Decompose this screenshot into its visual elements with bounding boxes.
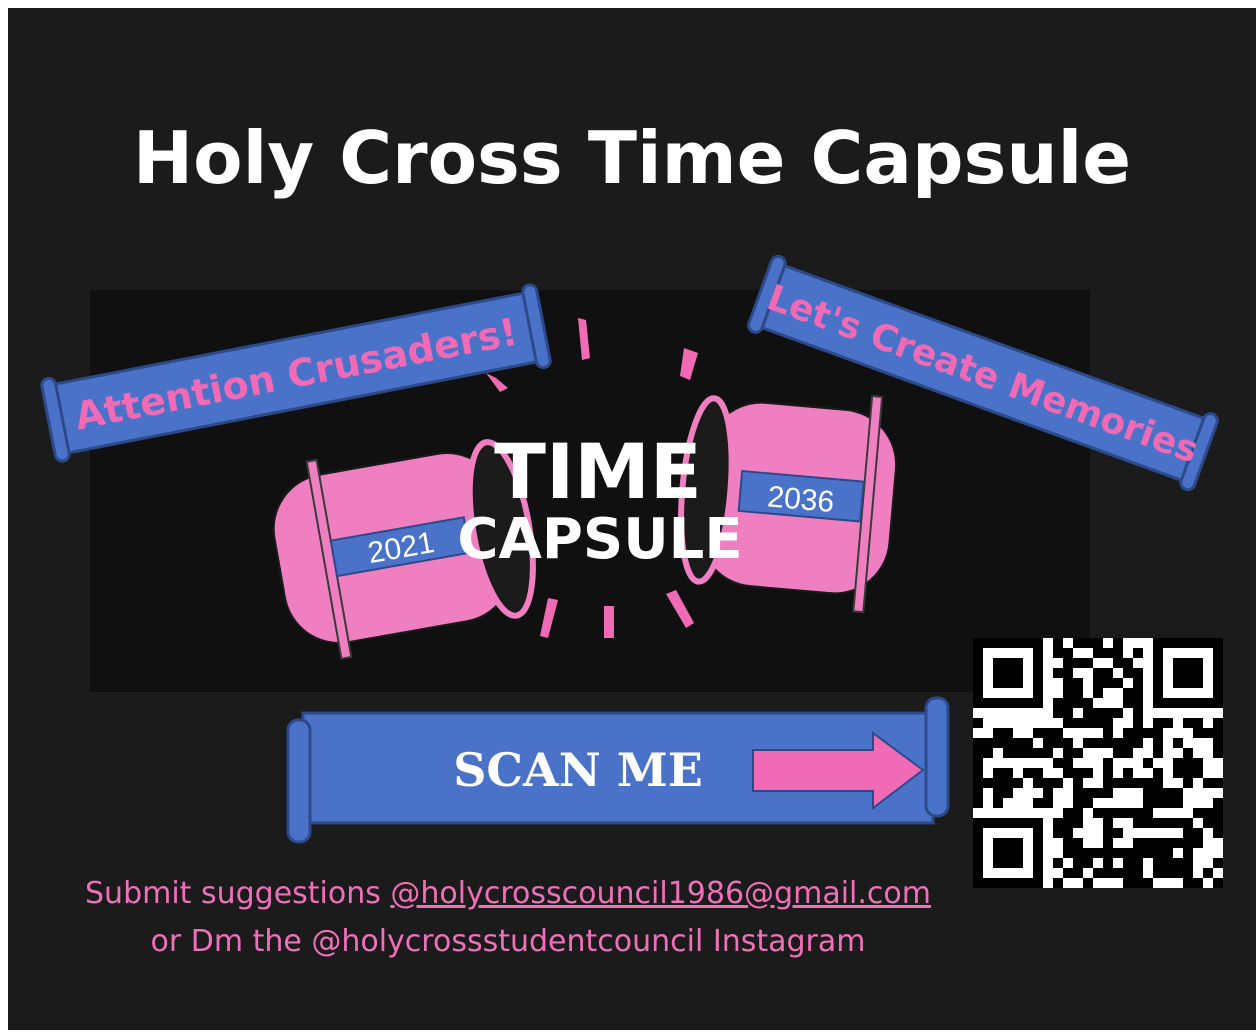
year-right: 2036 (766, 480, 835, 519)
poster: Holy Cross Time Capsule Attention Crusad… (8, 8, 1256, 1030)
page: Holy Cross Time Capsule Attention Crusad… (0, 0, 1258, 1032)
footer-line-1: Submit suggestions @holycrosscouncil1986… (8, 876, 1008, 911)
email-link[interactable]: @holycrosscouncil1986@gmail.com (390, 876, 931, 911)
footer-prefix: Submit suggestions (85, 876, 391, 911)
qr-code-icon[interactable] (973, 638, 1223, 888)
capsule-text: CAPSULE (457, 507, 742, 572)
scan-me-label: SCAN ME (453, 743, 703, 797)
footer-line-2: or Dm the @holycrossstudentcouncil Insta… (150, 924, 866, 959)
right-capsule-half: 2036 (678, 394, 898, 614)
left-banner: Attention Crusaders! (40, 283, 552, 463)
scan-me-banner: SCAN ME (286, 696, 950, 844)
time-text: TIME (494, 427, 702, 516)
